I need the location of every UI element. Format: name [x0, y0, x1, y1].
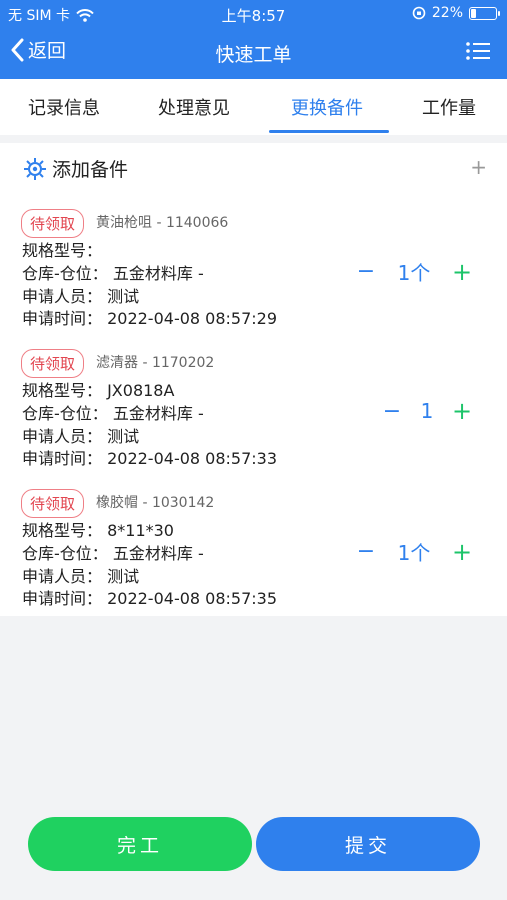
status-bar: 无 SIM 卡 上午8:57 22% — [0, 0, 507, 28]
header: 无 SIM 卡 上午8:57 22% 返回 快速工单 — [0, 0, 507, 79]
nav-bar: 返回 快速工单 — [0, 30, 507, 75]
spec-line: 规格型号： JX0818A — [22, 381, 175, 400]
submit-button[interactable]: 提交 — [256, 817, 480, 871]
list-item: 待领取 橡胶帽 - 1030142 规格型号： 8*11*30 仓库-仓位： 五… — [0, 489, 507, 619]
applicant-line: 申请人员： 测试 — [22, 427, 140, 446]
warehouse-line: 仓库-仓位： 五金材料库 - — [22, 544, 204, 563]
quantity-value: 1个 — [397, 541, 431, 565]
tab-record-info[interactable]: 记录信息 — [28, 94, 100, 120]
tab-replace-parts[interactable]: 更换备件 — [291, 94, 363, 120]
time-line: 申请时间： 2022-04-08 08:57:29 — [22, 309, 278, 328]
time-line: 申请时间： 2022-04-08 08:57:33 — [22, 449, 278, 468]
quantity-stepper: − 1个 + — [356, 257, 472, 286]
gear-icon — [24, 157, 46, 180]
increase-button[interactable]: + — [452, 397, 472, 425]
status-badge: 待领取 — [21, 489, 85, 518]
decrease-button[interactable]: − — [382, 399, 402, 424]
part-title: 滤清器 - 1170202 — [96, 355, 215, 371]
applicant-line: 申请人员： 测试 — [22, 287, 140, 306]
active-tab-indicator — [269, 130, 389, 133]
part-title: 橡胶帽 - 1030142 — [96, 495, 215, 511]
page-title: 快速工单 — [215, 44, 292, 66]
list-item: 待领取 黄油枪咀 - 1140066 规格型号： 仓库-仓位： 五金材料库 - … — [0, 209, 507, 339]
list-item: 待领取 滤清器 - 1170202 规格型号： JX0818A 仓库-仓位： 五… — [0, 349, 507, 479]
list-menu-button[interactable] — [465, 40, 491, 62]
quantity-stepper: − 1 + — [382, 397, 472, 425]
part-title: 黄油枪咀 - 1140066 — [96, 215, 229, 231]
rotation-lock-icon — [412, 6, 426, 20]
warehouse-line: 仓库-仓位： 五金材料库 - — [22, 264, 204, 283]
battery-icon — [469, 6, 500, 20]
finish-button[interactable]: 完工 — [28, 817, 252, 871]
status-badge: 待领取 — [21, 349, 85, 378]
status-right: 22% — [412, 5, 500, 21]
status-badge: 待领取 — [21, 209, 85, 238]
increase-button[interactable]: + — [452, 258, 472, 286]
time-line: 申请时间： 2022-04-08 08:57:35 — [22, 589, 278, 608]
battery-percent: 22% — [431, 5, 463, 21]
list-menu-icon — [466, 42, 490, 60]
tab-workload[interactable]: 工作量 — [422, 94, 476, 120]
decrease-button[interactable]: − — [356, 539, 376, 564]
quantity-stepper: − 1个 + — [356, 537, 472, 566]
warehouse-line: 仓库-仓位： 五金材料库 - — [22, 404, 204, 423]
add-part-button[interactable]: + — [470, 155, 487, 179]
applicant-line: 申请人员： 测试 — [22, 567, 140, 586]
spec-line: 规格型号： — [22, 241, 103, 260]
tab-handling-opinion[interactable]: 处理意见 — [158, 94, 230, 120]
decrease-button[interactable]: − — [356, 259, 376, 284]
section-header: 添加备件 — [22, 155, 128, 182]
tab-bar: 记录信息 处理意见 更换备件 工作量 — [0, 79, 507, 135]
spec-line: 规格型号： 8*11*30 — [22, 521, 174, 540]
parts-panel: 添加备件 + 待领取 黄油枪咀 - 1140066 规格型号： 仓库-仓位： 五… — [0, 143, 507, 616]
increase-button[interactable]: + — [452, 538, 472, 566]
section-title: 添加备件 — [52, 159, 129, 181]
quantity-value: 1 — [420, 399, 434, 423]
quantity-value: 1个 — [397, 261, 431, 285]
